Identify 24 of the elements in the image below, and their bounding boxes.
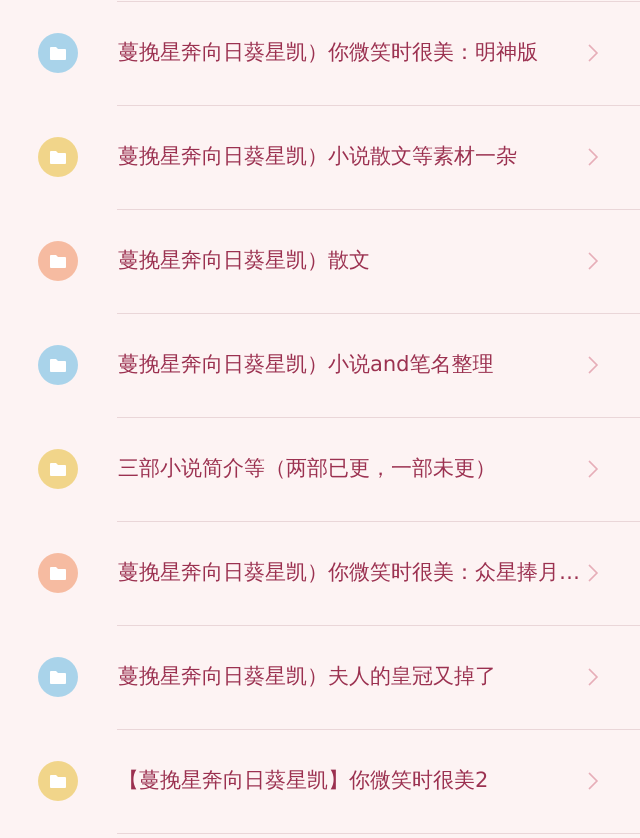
- folder-name: 蔓挽星奔向日葵星凯）夫人的皇冠又掉了: [118, 663, 496, 690]
- folder-name: 三部小说简介等（两部已更，一部未更）: [118, 455, 496, 482]
- chevron-right-icon: [588, 148, 598, 166]
- chevron-right-icon: [588, 564, 598, 582]
- chevron-right-icon: [588, 668, 598, 686]
- folder-row[interactable]: 蔓挽星奔向日葵星凯）小说and笔名整理: [0, 313, 640, 417]
- folder-row[interactable]: 蔓挽星奔向日葵星凯）散文: [0, 209, 640, 313]
- folder-name: 蔓挽星奔向日葵星凯）小说散文等素材一杂: [118, 143, 517, 170]
- chevron-right-icon: [588, 356, 598, 374]
- folder-row[interactable]: 【蔓挽星奔向日葵星凯】你微笑时很美2: [0, 729, 640, 833]
- folder-name: 蔓挽星奔向日葵星凯）你微笑时很美：众星捧月…: [118, 559, 580, 586]
- folder-name: 蔓挽星奔向日葵星凯）散文: [118, 247, 370, 274]
- folder-name: 【蔓挽星奔向日葵星凯】你微笑时很美2: [118, 767, 488, 794]
- folder-row[interactable]: 蔓挽星奔向日葵星凯）你微笑时很美：明神版: [0, 1, 640, 105]
- folder-row[interactable]: 蔓挽星奔向日葵星凯）夫人的皇冠又掉了: [0, 625, 640, 729]
- folder-name: 蔓挽星奔向日葵星凯）小说and笔名整理: [118, 351, 494, 378]
- folder-name: 蔓挽星奔向日葵星凯）你微笑时很美：明神版: [118, 39, 538, 66]
- chevron-right-icon: [588, 460, 598, 478]
- folder-row[interactable]: 蔓挽星奔向日葵星凯）你微笑时很美：众星捧月…: [0, 521, 640, 625]
- folder-row[interactable]: 三部小说简介等（两部已更，一部未更）: [0, 417, 640, 521]
- chevron-right-icon: [588, 252, 598, 270]
- folder-row[interactable]: 蔓挽星奔向日葵星凯）小说散文等素材一杂: [0, 105, 640, 209]
- chevron-right-icon: [588, 44, 598, 62]
- chevron-right-icon: [588, 772, 598, 790]
